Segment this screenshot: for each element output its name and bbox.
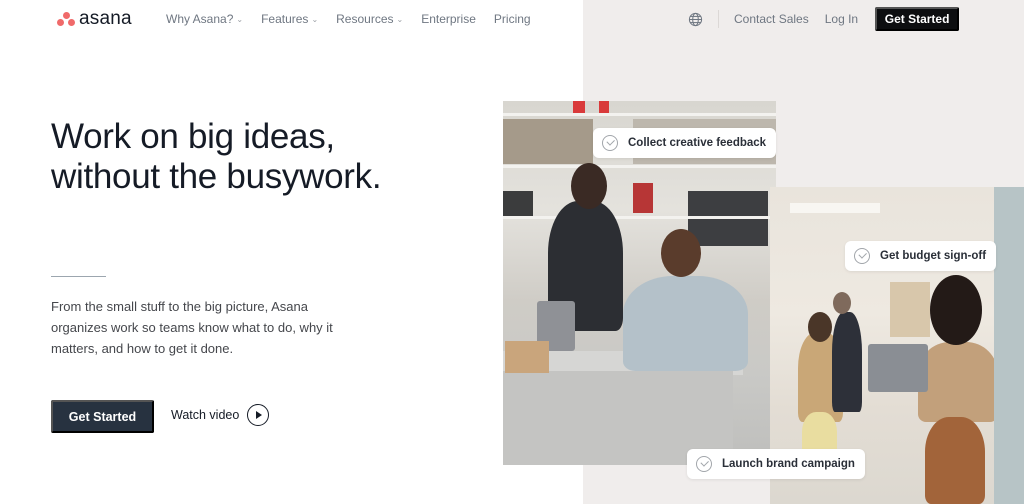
nav-label: Enterprise: [421, 12, 476, 26]
headline-line-1: Work on big ideas,: [51, 117, 335, 156]
hero-divider: [51, 276, 106, 277]
task-chip: Collect creative feedback: [593, 128, 777, 158]
logo-text: asana: [79, 8, 132, 29]
headline-line-2: without the busywork.: [51, 157, 382, 196]
nav-label: Resources: [336, 12, 394, 26]
chevron-down-icon: ⌄: [396, 15, 404, 24]
nav-label: Pricing: [493, 12, 531, 26]
nav-why-asana[interactable]: Why Asana? ⌄: [166, 12, 243, 26]
play-icon: [247, 404, 270, 426]
primary-nav: Why Asana? ⌄ Features ⌄ Resources ⌄ Ente…: [166, 12, 549, 26]
nav-enterprise[interactable]: Enterprise: [421, 12, 476, 26]
watch-video-label: Watch video: [171, 408, 240, 422]
hero-headline: Work on big ideas, without the busywork.: [51, 117, 382, 197]
task-chip-label: Launch brand campaign: [722, 458, 855, 470]
laptop: [868, 344, 928, 392]
nav-resources[interactable]: Resources ⌄: [336, 12, 403, 26]
hero-get-started-button[interactable]: Get Started: [51, 400, 154, 433]
nav-get-started-button[interactable]: Get Started: [875, 7, 960, 31]
nav-features[interactable]: Features ⌄: [261, 12, 318, 26]
nav-right-group: Contact Sales Log In Get Started: [688, 7, 960, 31]
chevron-down-icon: ⌄: [311, 15, 319, 24]
asana-logo[interactable]: asana: [57, 9, 132, 29]
watch-video-button[interactable]: Watch video: [171, 404, 270, 426]
task-chip-label: Get budget sign-off: [880, 250, 987, 262]
nav-label: Features: [261, 12, 309, 26]
top-navigation: asana Why Asana? ⌄ Features ⌄ Resources …: [0, 0, 1024, 40]
task-chip-label: Collect creative feedback: [628, 137, 767, 149]
task-chip: Get budget sign-off: [845, 241, 997, 271]
asana-logo-icon: [57, 11, 75, 27]
chevron-down-icon: ⌄: [236, 15, 244, 24]
hero-subtext: From the small stuff to the big picture,…: [51, 299, 333, 356]
check-circle-icon: [696, 456, 712, 472]
contact-sales-link[interactable]: Contact Sales: [734, 12, 809, 26]
nav-divider: [718, 10, 719, 28]
check-circle-icon: [602, 135, 618, 151]
globe-icon[interactable]: [688, 12, 703, 27]
nav-pricing[interactable]: Pricing: [494, 12, 531, 26]
task-chip: Launch brand campaign: [687, 449, 865, 479]
man-figure: [623, 276, 748, 371]
log-in-link[interactable]: Log In: [825, 12, 858, 26]
nav-label: Why Asana?: [166, 12, 234, 26]
check-circle-icon: [854, 248, 870, 264]
